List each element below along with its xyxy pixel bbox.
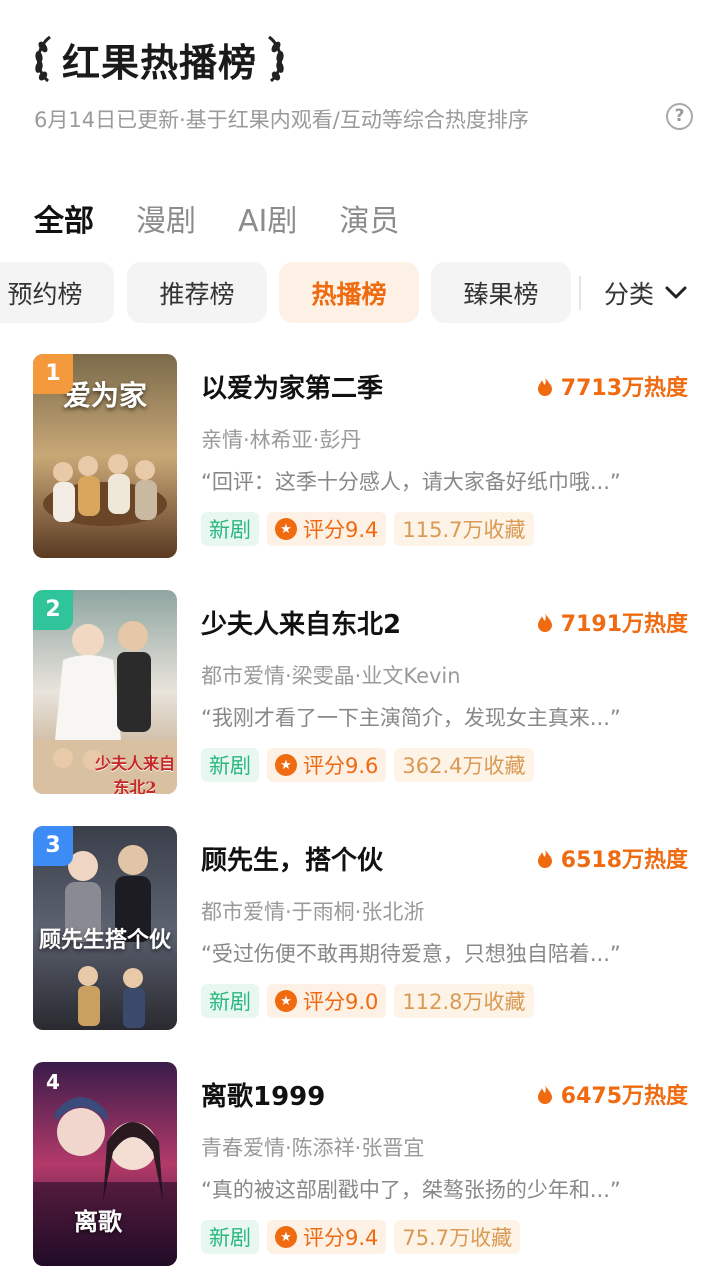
heat-value: 7191万热度 <box>560 612 688 637</box>
help-icon[interactable]: ? <box>666 103 693 130</box>
drama-title[interactable]: 以爱为家第二季 <box>201 368 383 405</box>
badge-row: 新剧 ★ 评分9.4 75.7万收藏 <box>201 1220 528 1254</box>
ranking-list: 爱为家 1 以爱为家第二季 7713万热度 亲情·林希亚·彭丹 “回评：这季十分… <box>0 354 720 1283</box>
page-title: 红果热播榜 <box>62 40 258 85</box>
rank-badge: 1 <box>33 354 73 394</box>
category-label: 分类 <box>604 279 655 309</box>
drama-title[interactable]: 顾先生，搭个伙 <box>201 840 383 877</box>
rating-value: 评分9.6 <box>303 754 379 778</box>
category-dropdown[interactable]: 分类 <box>604 262 688 323</box>
poster-title: 顾先生搭个伙 <box>38 927 171 953</box>
rank-badge: 3 <box>33 826 73 866</box>
review-quote: “受过伤便不敢再期待爱意，只想独自陪着...” <box>201 942 621 966</box>
favorites-badge: 362.4万收藏 <box>394 748 534 782</box>
laurel-right-icon <box>268 35 284 83</box>
new-badge: 新剧 <box>201 984 259 1018</box>
poster-image[interactable]: 少夫人来自东北2 2 <box>33 590 177 794</box>
badge-row: 新剧 ★ 评分9.0 112.8万收藏 <box>201 984 542 1018</box>
laurel-left-icon <box>35 35 51 83</box>
genre-cast: 都市爱情·于雨桐·张北浙 <box>201 900 425 924</box>
rating-value: 评分9.4 <box>303 518 379 542</box>
poster-image[interactable]: 爱为家 1 <box>33 354 177 558</box>
list-item[interactable]: 少夫人来自东北2 2 少夫人来自东北2 7191万热度 都市爱情·梁雯晶·业文K… <box>0 590 720 826</box>
flame-icon <box>537 376 552 396</box>
list-item[interactable]: 顾先生搭个伙 3 顾先生，搭个伙 6518万热度 都市爱情·于雨桐·张北浙 “受… <box>0 826 720 1062</box>
genre-cast: 亲情·林希亚·彭丹 <box>201 428 362 452</box>
badge-row: 新剧 ★ 评分9.6 362.4万收藏 <box>201 748 542 782</box>
list-item[interactable]: 离歌 4 离歌1999 6475万热度 青春爱情·陈添祥·张晋宜 “真的被这部剧… <box>0 1062 720 1283</box>
heat-score: 7191万热度 <box>537 606 688 638</box>
new-badge: 新剧 <box>201 1220 259 1254</box>
poster-image[interactable]: 离歌 4 <box>33 1062 177 1266</box>
tab-ai[interactable]: AI剧 <box>238 196 297 240</box>
badge-row: 新剧 ★ 评分9.4 115.7万收藏 <box>201 512 542 546</box>
review-quote: “真的被这部剧戳中了，桀骜张扬的少年和...” <box>201 1178 621 1202</box>
heat-value: 7713万热度 <box>560 376 688 401</box>
chevron-down-icon <box>665 286 687 298</box>
review-quote: “回评：这季十分感人，请大家备好纸巾哦...” <box>201 470 621 494</box>
update-subtitle: 6月14日已更新·基于红果内观看/互动等综合热度排序 <box>34 108 529 132</box>
review-quote: “我刚才看了一下主演简介，发现女主真来...” <box>201 706 621 730</box>
favorites-badge: 75.7万收藏 <box>394 1220 521 1254</box>
rating-badge: ★ 评分9.4 <box>267 512 387 546</box>
flame-icon <box>537 1084 552 1104</box>
star-icon: ★ <box>275 518 297 540</box>
tab-all[interactable]: 全部 <box>34 196 94 240</box>
tab-actors[interactable]: 演员 <box>339 196 399 240</box>
flame-icon <box>537 848 552 868</box>
flame-icon <box>537 612 552 632</box>
tab-comic[interactable]: 漫剧 <box>136 196 196 240</box>
rating-badge: ★ 评分9.0 <box>267 984 387 1018</box>
page-header: 红果热播榜 <box>30 28 289 90</box>
poster-title: 少夫人来自东北2 <box>94 754 175 794</box>
rank-badge: 4 <box>46 1070 60 1094</box>
category-tabs: 全部 漫剧 AI剧 演员 <box>34 196 441 240</box>
new-badge: 新剧 <box>201 512 259 546</box>
chip-reservation[interactable]: 预约榜 <box>0 262 114 323</box>
heat-score: 7713万热度 <box>537 370 688 402</box>
list-item[interactable]: 爱为家 1 以爱为家第二季 7713万热度 亲情·林希亚·彭丹 “回评：这季十分… <box>0 354 720 590</box>
rating-badge: ★ 评分9.6 <box>267 748 387 782</box>
chip-premium[interactable]: 臻果榜 <box>431 262 571 323</box>
ranking-chips: 预约榜 推荐榜 热播榜 臻果榜 分类 <box>0 262 720 324</box>
heat-score: 6518万热度 <box>537 842 688 874</box>
poster-title: 离歌 <box>74 1207 122 1236</box>
star-icon: ★ <box>275 1226 297 1248</box>
new-badge: 新剧 <box>201 748 259 782</box>
chip-divider <box>579 276 581 310</box>
star-icon: ★ <box>275 754 297 776</box>
rank-badge: 2 <box>33 590 73 630</box>
genre-cast: 青春爱情·陈添祥·张晋宜 <box>201 1136 425 1160</box>
chip-hot[interactable]: 热播榜 <box>279 262 419 323</box>
drama-title[interactable]: 少夫人来自东北2 <box>201 604 401 641</box>
heat-score: 6475万热度 <box>537 1078 688 1110</box>
star-icon: ★ <box>275 990 297 1012</box>
rating-badge: ★ 评分9.4 <box>267 1220 387 1254</box>
rating-value: 评分9.4 <box>303 1226 379 1250</box>
rating-value: 评分9.0 <box>303 990 379 1014</box>
heat-value: 6475万热度 <box>560 1084 688 1109</box>
poster-image[interactable]: 顾先生搭个伙 3 <box>33 826 177 1030</box>
chip-recommend[interactable]: 推荐榜 <box>127 262 267 323</box>
favorites-badge: 112.8万收藏 <box>394 984 534 1018</box>
genre-cast: 都市爱情·梁雯晶·业文Kevin <box>201 664 461 688</box>
drama-title[interactable]: 离歌1999 <box>201 1076 325 1113</box>
heat-value: 6518万热度 <box>560 848 688 873</box>
favorites-badge: 115.7万收藏 <box>394 512 534 546</box>
